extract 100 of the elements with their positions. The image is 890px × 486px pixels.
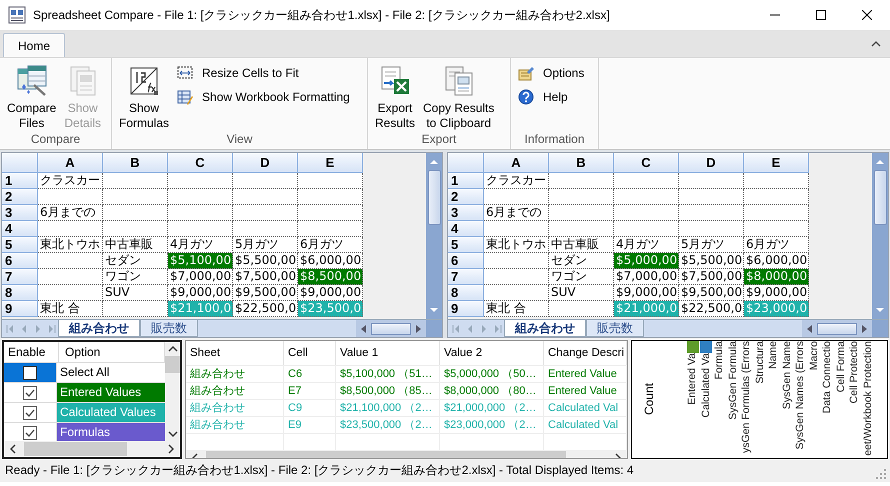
scroll-thumb[interactable] [428,170,440,225]
table-cell [679,189,744,205]
vertical-scrollbar[interactable] [872,153,888,319]
sheet-tab[interactable]: 販売数 [586,320,644,337]
checkbox[interactable] [23,426,37,440]
table-cell: E7 [284,383,336,399]
table-cell [298,173,363,189]
column-header[interactable]: A [484,153,549,173]
table-cell [233,189,298,205]
option-cell[interactable]: Entered Values [57,383,165,402]
row-header[interactable]: 7 [2,269,38,285]
table-cell: Entered Value [544,383,627,399]
first-sheet-icon[interactable] [5,322,15,334]
horizontal-scrollbar[interactable] [356,320,426,337]
first-sheet-icon[interactable] [451,322,461,334]
scroll-thumb[interactable] [817,322,857,334]
group-label: Export [420,132,458,148]
table-cell [484,269,549,285]
next-sheet-icon[interactable] [479,322,489,334]
row-header[interactable]: 4 [448,221,484,237]
row-header[interactable]: 1 [2,173,38,189]
sheet-tab[interactable]: 組み合わせ [504,320,586,337]
column-header[interactable]: Enable [4,342,59,362]
table-cell [549,221,614,237]
ribbon-button[interactable]: Options [515,63,588,84]
ribbon-button[interactable]: Show Formulas [116,63,172,131]
column-header[interactable]: E [298,153,363,173]
row-header[interactable]: 8 [2,285,38,301]
last-sheet-icon[interactable] [493,322,503,334]
maximize-icon[interactable] [816,10,826,20]
scroll-thumb[interactable] [371,322,411,334]
table-cell: $9,500,00 [679,285,744,301]
row-header[interactable]: 3 [2,205,38,221]
vertical-scrollbar[interactable] [426,153,442,319]
option-cell[interactable]: Select All [57,363,165,382]
ribbon-button[interactable]: Copy Results to Clipboard [420,63,498,131]
ribbon-button[interactable]: Show Workbook Formatting [174,87,353,108]
table-cell: SUV [549,285,614,301]
checkbox[interactable] [23,386,37,400]
row-header[interactable]: 8 [448,285,484,301]
scroll-thumb[interactable] [165,356,180,373]
column-header[interactable]: Sheet [186,341,284,365]
row-header[interactable]: 3 [448,205,484,221]
ribbon-tab[interactable]: Home [3,33,66,57]
row-header[interactable]: 9 [2,301,38,317]
column-header[interactable]: C [614,153,679,173]
scroll-left-icon[interactable] [9,444,17,454]
row-header[interactable]: 2 [2,189,38,205]
ribbon-button[interactable]: Help [515,87,588,108]
grid-corner[interactable] [448,153,484,173]
vertical-scrollbar[interactable] [165,342,180,441]
enable-cell[interactable] [4,363,57,382]
table-cell: 東北トウホ [38,237,103,253]
scroll-thumb[interactable] [874,170,886,225]
category-label: ysGen Formulas (Errors [740,341,754,454]
table-cell: 6月ガツ [298,237,363,253]
row-header[interactable]: 7 [448,269,484,285]
row-header[interactable]: 9 [448,301,484,317]
column-header[interactable]: E [744,153,809,173]
table-cell: 6月ガツ [744,237,809,253]
checkbox[interactable] [23,366,37,380]
column-header[interactable]: C [168,153,233,173]
grid-corner[interactable] [2,153,38,173]
scroll-down-icon[interactable] [168,430,178,438]
row-header[interactable]: 6 [448,253,484,269]
column-header[interactable]: B [103,153,168,173]
column-header[interactable]: Change Descri [544,341,627,365]
row-header[interactable]: 4 [2,221,38,237]
scroll-thumb[interactable] [24,442,127,456]
ribbon-button[interactable]: Resize Cells to Fit [174,63,353,84]
option-cell[interactable]: Formulas [57,423,165,441]
scroll-up-icon[interactable] [168,345,178,353]
sheet-tab[interactable]: 組み合わせ [58,320,140,337]
row-header[interactable]: 5 [448,237,484,253]
table-cell [103,221,168,237]
next-sheet-icon[interactable] [33,322,43,334]
column-header[interactable]: Cell [284,341,336,365]
scroll-right-icon[interactable] [167,444,175,454]
horizontal-scrollbar[interactable] [4,441,180,457]
checkbox[interactable] [23,406,37,420]
ribbon-button[interactable]: Export Results [372,63,418,131]
column-header[interactable]: Value 2 [440,341,544,365]
column-header[interactable]: D [233,153,298,173]
resize-grip-icon[interactable] [875,468,887,480]
horizontal-scrollbar[interactable] [802,320,872,337]
ribbon-button[interactable]: Compare Files [4,63,60,131]
row-header[interactable]: 2 [448,189,484,205]
row-header[interactable]: 5 [2,237,38,253]
sheet-tab[interactable]: 販売数 [140,320,198,337]
column-header[interactable]: D [679,153,744,173]
table-cell: $9,500,00 [233,285,298,301]
row-header[interactable]: 1 [448,173,484,189]
column-header[interactable]: Value 1 [336,341,440,365]
row-header[interactable]: 6 [2,253,38,269]
collapse-caret-icon[interactable] [871,40,881,48]
column-header[interactable]: A [38,153,103,173]
column-header[interactable]: B [549,153,614,173]
table-cell: $7,000,00 [168,269,233,285]
last-sheet-icon[interactable] [47,322,57,334]
close-icon[interactable] [862,10,872,20]
